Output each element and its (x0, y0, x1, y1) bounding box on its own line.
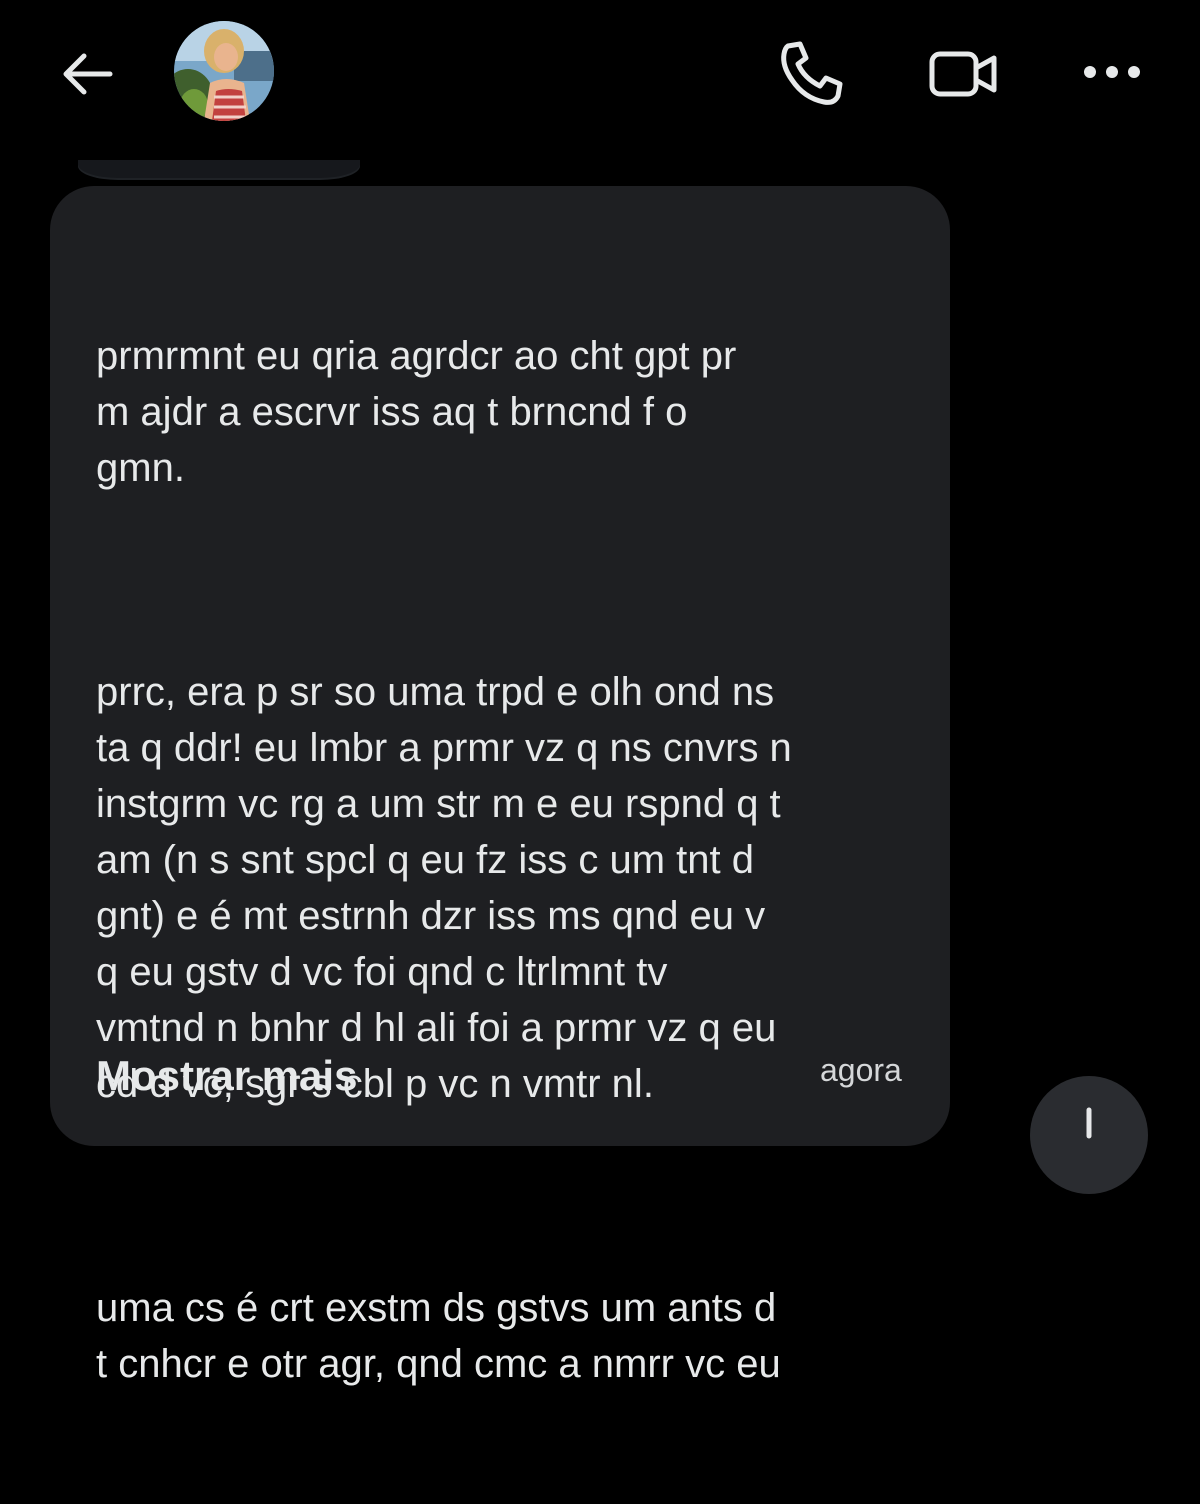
phone-icon (781, 41, 843, 105)
arrow-left-icon (63, 53, 113, 95)
video-camera-icon (929, 51, 997, 97)
call-button[interactable] (774, 36, 850, 112)
conversation-header (0, 0, 1200, 150)
message-paragraph: uma cs é crt exstm ds gstvs um ants d t … (96, 1286, 781, 1386)
back-button[interactable] (56, 46, 120, 102)
scroll-to-bottom-button[interactable] (1030, 1076, 1148, 1194)
avatar[interactable] (174, 21, 274, 121)
previous-message-edge (78, 160, 360, 178)
show-more-link[interactable]: Mostrar mais (96, 1052, 357, 1100)
arrow-down-icon (1086, 1107, 1092, 1139)
message-bubble[interactable]: prmrmnt eu qria agrdcr ao cht gpt pr m a… (50, 186, 950, 1386)
more-options-button[interactable] (1074, 36, 1150, 112)
more-horizontal-icon (1084, 66, 1140, 78)
message-paragraph: prmrmnt eu qria agrdcr ao cht gpt pr m a… (96, 334, 737, 490)
video-call-button[interactable] (924, 36, 1000, 112)
message-timestamp: agora (820, 1052, 902, 1088)
message-text: prmrmnt eu qria agrdcr ao cht gpt pr m a… (96, 216, 926, 1504)
message-paragraph: prrc, era p sr so uma trpd e olh ond ns … (96, 670, 792, 1106)
